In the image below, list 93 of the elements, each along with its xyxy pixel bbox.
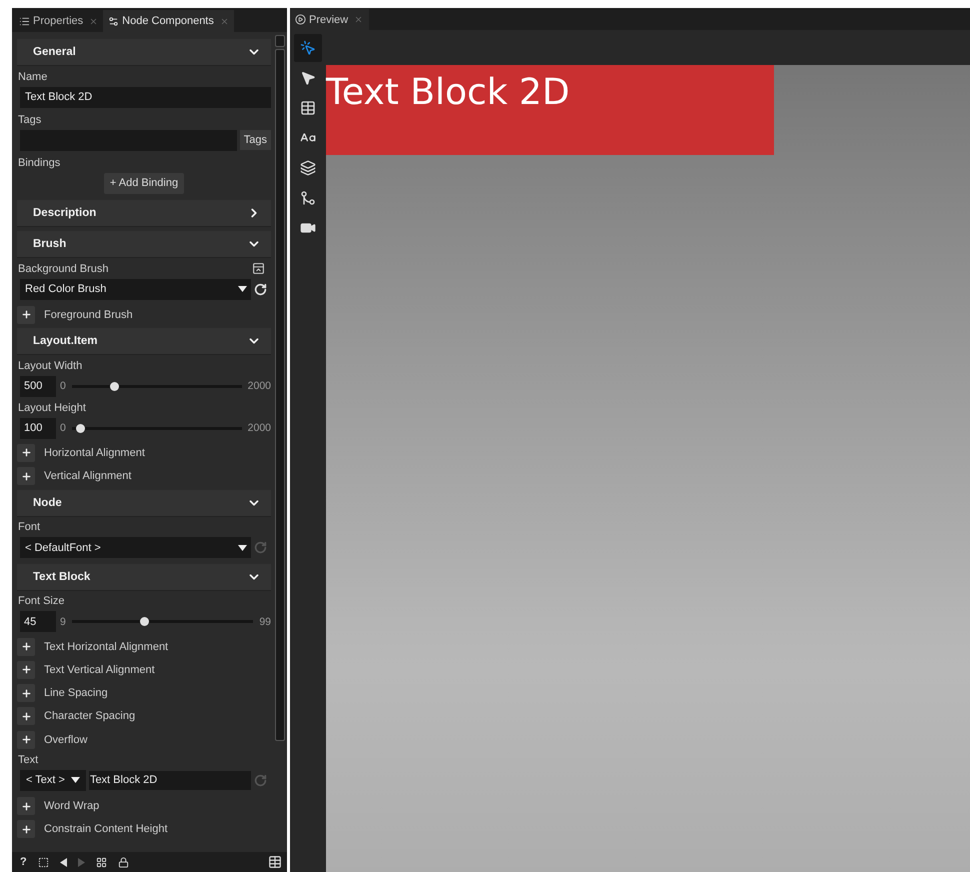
- dashed-square-icon[interactable]: [38, 856, 49, 868]
- slider-thumb[interactable]: [110, 382, 120, 391]
- expand-button[interactable]: [17, 707, 35, 726]
- help-button[interactable]: ?: [20, 856, 27, 868]
- scrollbar-thumb[interactable]: [275, 49, 285, 741]
- dropdown[interactable]: < DefaultFont >: [20, 537, 251, 558]
- slider-thumb[interactable]: [76, 424, 86, 433]
- close-icon[interactable]: [354, 15, 364, 24]
- text-block-text: Text Block 2D: [326, 75, 570, 111]
- list-icon: [19, 16, 30, 26]
- min-label: 9: [60, 616, 66, 628]
- text-field[interactable]: Text Block 2D: [88, 770, 251, 790]
- expand-button[interactable]: [17, 797, 35, 816]
- slider-thumb[interactable]: [140, 617, 150, 626]
- max-label: 2000: [248, 422, 271, 434]
- max-label: 99: [259, 616, 271, 628]
- tool-button[interactable]: [294, 34, 322, 62]
- expand-button[interactable]: [17, 820, 35, 838]
- plus-icon: [20, 641, 32, 652]
- tags-button[interactable]: Tags: [240, 130, 271, 150]
- section-header[interactable]: General: [17, 39, 271, 66]
- property-label: Line Spacing: [44, 687, 108, 700]
- layers-icon: [300, 160, 316, 176]
- pointer-click-icon: [300, 40, 316, 56]
- min-label: 0: [60, 380, 66, 392]
- property-label: Character Spacing: [44, 710, 136, 722]
- property-label: Overflow: [44, 734, 88, 746]
- property-label: Background Brush: [17, 262, 108, 276]
- preview-tab[interactable]: Preview: [290, 9, 370, 30]
- expand-button[interactable]: [17, 730, 35, 749]
- property-label: Horizontal Alignment: [44, 446, 145, 459]
- sliders-icon: [108, 16, 120, 26]
- expand-button[interactable]: [17, 467, 35, 486]
- property-label: Layout Height: [17, 400, 87, 416]
- min-label: 0: [60, 422, 66, 434]
- expand-button[interactable]: [17, 638, 35, 656]
- expand-button[interactable]: [17, 660, 35, 679]
- close-icon[interactable]: [220, 16, 229, 26]
- section-header[interactable]: Text Block: [17, 564, 271, 591]
- tab-label: Preview: [309, 14, 348, 26]
- section-header[interactable]: Description: [17, 200, 271, 227]
- plus-icon: [20, 664, 32, 676]
- plus-icon: [20, 470, 32, 482]
- property-label: Font Size: [17, 594, 66, 610]
- caret-icon: [238, 544, 247, 551]
- close-icon[interactable]: [89, 16, 98, 26]
- dropdown[interactable]: Red Color Brush: [20, 278, 251, 300]
- property-label: Word Wrap: [44, 800, 100, 812]
- property-label: Vertical Alignment: [44, 470, 132, 482]
- add-table-icon[interactable]: [268, 855, 282, 869]
- plus-icon: [20, 309, 32, 320]
- back-icon[interactable]: [60, 858, 67, 866]
- section-header[interactable]: Brush: [17, 231, 271, 258]
- grid-icon[interactable]: [96, 856, 107, 868]
- name-field[interactable]: Text Block 2D: [20, 86, 271, 108]
- editor-icon[interactable]: [252, 262, 265, 275]
- max-label: 2000: [248, 380, 271, 392]
- property-label: Font: [17, 520, 42, 536]
- expand-button[interactable]: [17, 306, 35, 324]
- property-label: Layout Width: [17, 358, 84, 374]
- panel-tab[interactable]: Node Components: [103, 10, 234, 32]
- caret-icon: [238, 286, 247, 292]
- expand-button[interactable]: [17, 444, 35, 462]
- number-field[interactable]: 45: [20, 611, 56, 632]
- property-label: Name: [17, 70, 48, 84]
- property-label: Text: [17, 752, 40, 768]
- type-dropdown[interactable]: < Text >: [20, 770, 86, 791]
- tab-label: Node Components: [122, 15, 214, 27]
- plus-icon: [20, 734, 32, 746]
- table-icon: [300, 100, 316, 116]
- tab-label: Properties: [33, 15, 84, 27]
- plus-icon: [20, 824, 32, 835]
- plus-icon: [20, 447, 32, 458]
- property-label: Text Horizontal Alignment: [44, 640, 168, 653]
- property-label: Constrain Content Height: [44, 823, 168, 836]
- play-icon: [295, 14, 306, 25]
- property-label: Foreground Brush: [44, 308, 133, 321]
- plus-icon: [20, 688, 32, 699]
- number-field[interactable]: 100: [20, 418, 56, 439]
- property-label: Bindings: [17, 156, 62, 170]
- pointer-icon: [300, 70, 316, 86]
- lock-icon[interactable]: [118, 856, 129, 868]
- section-header[interactable]: Node: [17, 490, 271, 517]
- expand-button[interactable]: [17, 684, 35, 702]
- property-label: Tags: [17, 112, 42, 128]
- add-binding-button[interactable]: + Add Binding: [104, 172, 184, 194]
- section-header[interactable]: Layout.Item: [17, 328, 271, 356]
- plus-icon: [20, 800, 32, 812]
- property-label: Text Vertical Alignment: [44, 664, 155, 676]
- number-field[interactable]: 500: [20, 376, 56, 397]
- plus-icon: [20, 710, 32, 722]
- connector-icon: [300, 190, 316, 206]
- caret-icon: [70, 777, 80, 784]
